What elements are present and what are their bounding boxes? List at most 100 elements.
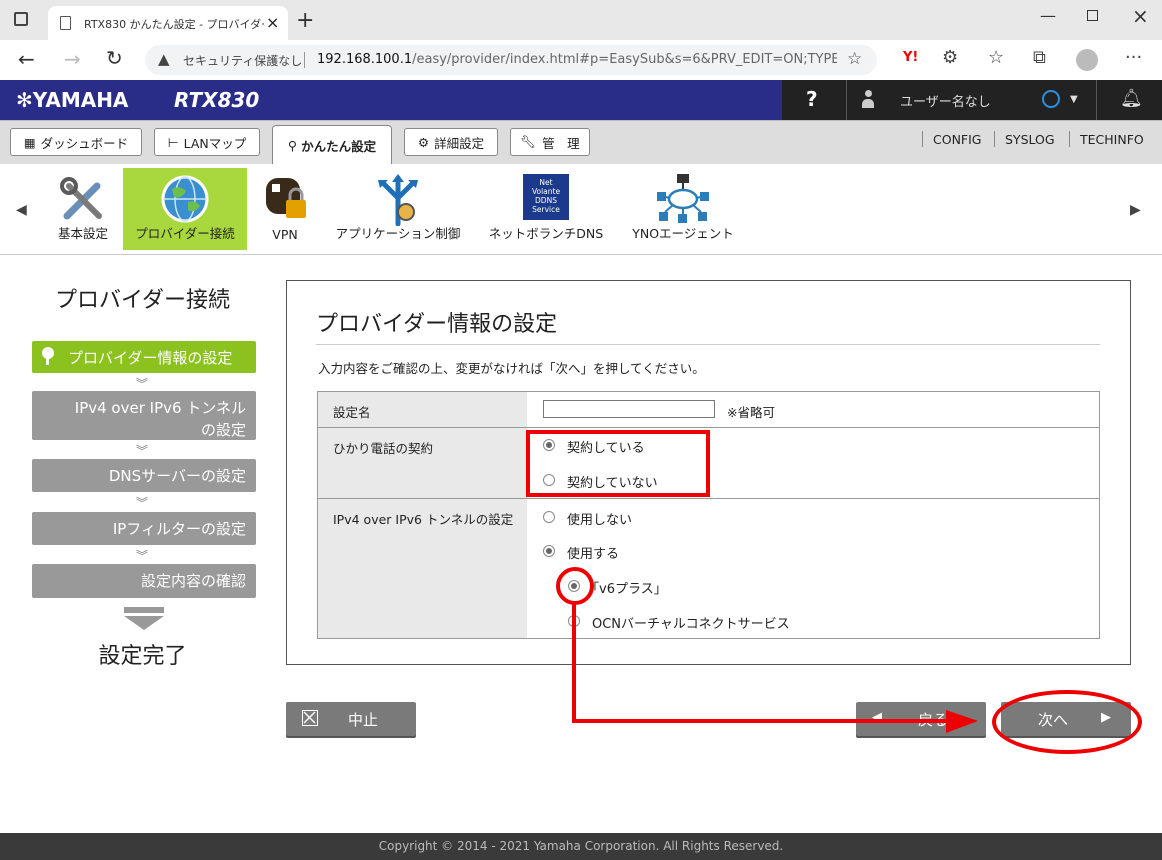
yahoo-icon[interactable]: Y! bbox=[903, 50, 918, 65]
done-arrow-icon bbox=[124, 616, 164, 630]
option-label: 使用する bbox=[567, 547, 620, 562]
step-label: プロバイダー情報の設定 bbox=[68, 349, 233, 367]
chevron-down-icon[interactable]: ▼ bbox=[1070, 94, 1078, 105]
feature-netvolante-dns[interactable]: Net Volante DDNS Service ネットボランチDNS bbox=[484, 168, 608, 250]
chevron-down-icon: ︾ bbox=[136, 496, 149, 510]
tab-easy-setup[interactable]: ⚲ かんたん設定 bbox=[272, 125, 392, 164]
maximize-icon[interactable] bbox=[1087, 10, 1098, 21]
step-ipv6-tunnel: IPv4 over IPv6 トンネル の設定 bbox=[32, 391, 256, 440]
setting-name-input[interactable] bbox=[543, 400, 715, 418]
link-divider bbox=[1069, 131, 1070, 147]
tab-actions-icon[interactable] bbox=[14, 12, 28, 26]
header-divider bbox=[846, 80, 847, 120]
steps-title: プロバイダー接続 bbox=[54, 288, 231, 313]
done-arrow-bar bbox=[124, 607, 164, 613]
feature-app-control[interactable]: アプリケーション制御 bbox=[328, 168, 468, 250]
status-ring-icon[interactable] bbox=[1042, 90, 1060, 108]
footer-copyright: Copyright © 2014 - 2021 Yamaha Corporati… bbox=[0, 833, 1162, 860]
tools-icon bbox=[60, 177, 102, 220]
close-window-icon[interactable]: × bbox=[1132, 4, 1149, 28]
feature-provider-connection[interactable]: プロバイダー接続 bbox=[123, 168, 247, 250]
tunnel-label: IPv4 over IPv6 トンネルの設定 bbox=[333, 512, 514, 527]
feature-label: プロバイダー接続 bbox=[135, 226, 235, 241]
tab-lanmap[interactable]: ⊢ LANマップ bbox=[154, 128, 260, 156]
tab-label: 詳細設定 bbox=[434, 135, 485, 151]
bell-icon[interactable]: 🔔︎ bbox=[1120, 88, 1143, 109]
annotation-box-hikari bbox=[526, 430, 710, 497]
globe-icon bbox=[161, 175, 209, 223]
help-button[interactable]: ? bbox=[806, 87, 818, 111]
warning-icon: ▲ bbox=[158, 50, 170, 68]
tab-dashboard[interactable]: ▦ ダッシュボード bbox=[10, 128, 142, 156]
techinfo-link[interactable]: TECHINFO bbox=[1080, 132, 1144, 147]
feature-label: ネットボランチDNS bbox=[488, 226, 604, 241]
tab-advanced[interactable]: ⚙ 詳細設定 bbox=[404, 128, 498, 156]
collections-icon[interactable]: ⧉ bbox=[1033, 47, 1046, 68]
minimize-icon[interactable]: — bbox=[1040, 6, 1056, 25]
scroll-left-icon[interactable]: ◀ bbox=[16, 202, 27, 218]
config-link[interactable]: CONFIG bbox=[933, 132, 981, 147]
syslog-link[interactable]: SYSLOG bbox=[1005, 132, 1055, 147]
omni-divider bbox=[304, 52, 305, 68]
annotation-arrow bbox=[572, 604, 978, 733]
row-divider bbox=[318, 498, 1099, 499]
step-ip-filter: IPフィルターの設定 bbox=[32, 512, 256, 545]
ddns-badge-line: Net bbox=[539, 178, 553, 187]
brand-logo: ✻YAMAHA bbox=[16, 88, 129, 112]
vpn-lock-icon bbox=[266, 178, 306, 218]
feature-basic-settings[interactable]: 基本設定 bbox=[46, 168, 120, 250]
url-path: /easy/provider/index.html#p=EasySub&s=6&… bbox=[412, 52, 837, 67]
annotation-circle-next bbox=[992, 690, 1142, 754]
app-control-icon bbox=[378, 174, 418, 226]
browser-tab[interactable]: RTX830 かんたん設定 - プロバイダー接続 × bbox=[48, 6, 288, 40]
setting-name-label: 設定名 bbox=[333, 405, 371, 420]
header-divider bbox=[1096, 80, 1097, 120]
row-divider bbox=[318, 427, 1099, 428]
reload-icon[interactable]: ↻ bbox=[106, 46, 123, 70]
radio-tunnel-off[interactable] bbox=[543, 511, 555, 523]
title-divider bbox=[316, 344, 1100, 345]
add-favorite-icon[interactable]: ☆ bbox=[847, 49, 862, 69]
close-box-icon bbox=[302, 710, 318, 726]
extensions-icon[interactable]: ⚙ bbox=[942, 47, 958, 68]
url-host: 192.168.100.1 bbox=[317, 52, 413, 67]
favorites-icon[interactable]: ☆ bbox=[988, 47, 1004, 68]
feature-yno-agent[interactable]: YNOエージェント bbox=[624, 168, 742, 250]
forward-arrow-icon[interactable]: → bbox=[64, 47, 81, 71]
page-description: 入力内容をご確認の上、変更がなければ「次へ」を押してください。 bbox=[318, 361, 705, 376]
tab-title: RTX830 かんたん設定 - プロバイダー接続 bbox=[84, 18, 264, 31]
wrench-icon: 🔧︎ bbox=[520, 134, 537, 149]
radio-tunnel-on[interactable] bbox=[543, 545, 555, 557]
tab-label: LANマップ bbox=[183, 135, 247, 151]
feature-vpn[interactable]: VPN bbox=[255, 168, 315, 250]
yno-network-icon bbox=[657, 174, 709, 223]
ddns-badge-line: Service bbox=[532, 205, 560, 214]
more-menu-icon[interactable]: ··· bbox=[1125, 47, 1142, 68]
option-label: 「v6プラス」 bbox=[586, 582, 667, 597]
browser-tabstrip: RTX830 かんたん設定 - プロバイダー接続 × + — × bbox=[0, 0, 1162, 40]
tab-label: 管 理 bbox=[542, 135, 580, 151]
tab-management[interactable]: 🔧︎ 管 理 bbox=[510, 128, 590, 156]
cancel-button[interactable]: 中止 bbox=[286, 702, 416, 736]
ddns-badge-line: DDNS bbox=[535, 196, 557, 205]
tab-label: かんたん設定 bbox=[301, 138, 377, 154]
link-divider bbox=[922, 131, 923, 147]
pin-stem bbox=[46, 357, 49, 365]
optional-note: ※省略可 bbox=[727, 405, 775, 420]
user-icon bbox=[862, 90, 874, 110]
address-bar[interactable]: ▲ セキュリティ保護なし 192.168.100.1/easy/provider… bbox=[145, 45, 877, 75]
new-tab-icon[interactable]: + bbox=[296, 8, 314, 33]
step-dns: DNSサーバーの設定 bbox=[32, 459, 256, 492]
link-divider bbox=[994, 131, 995, 147]
profile-avatar[interactable] bbox=[1076, 49, 1098, 71]
back-arrow-icon[interactable]: ← bbox=[18, 47, 35, 71]
chevron-down-icon: ︾ bbox=[136, 444, 149, 458]
close-tab-icon[interactable]: × bbox=[266, 13, 279, 32]
page-icon bbox=[60, 16, 71, 30]
scroll-right-icon[interactable]: ▶ bbox=[1130, 202, 1141, 218]
model-name: RTX830 bbox=[174, 88, 260, 112]
url-text[interactable]: 192.168.100.1/easy/provider/index.html#p… bbox=[317, 52, 837, 67]
wizard-icon: ⚲ bbox=[287, 137, 298, 153]
chevron-down-icon: ︾ bbox=[136, 549, 149, 563]
chevron-down-icon: ︾ bbox=[136, 377, 149, 391]
